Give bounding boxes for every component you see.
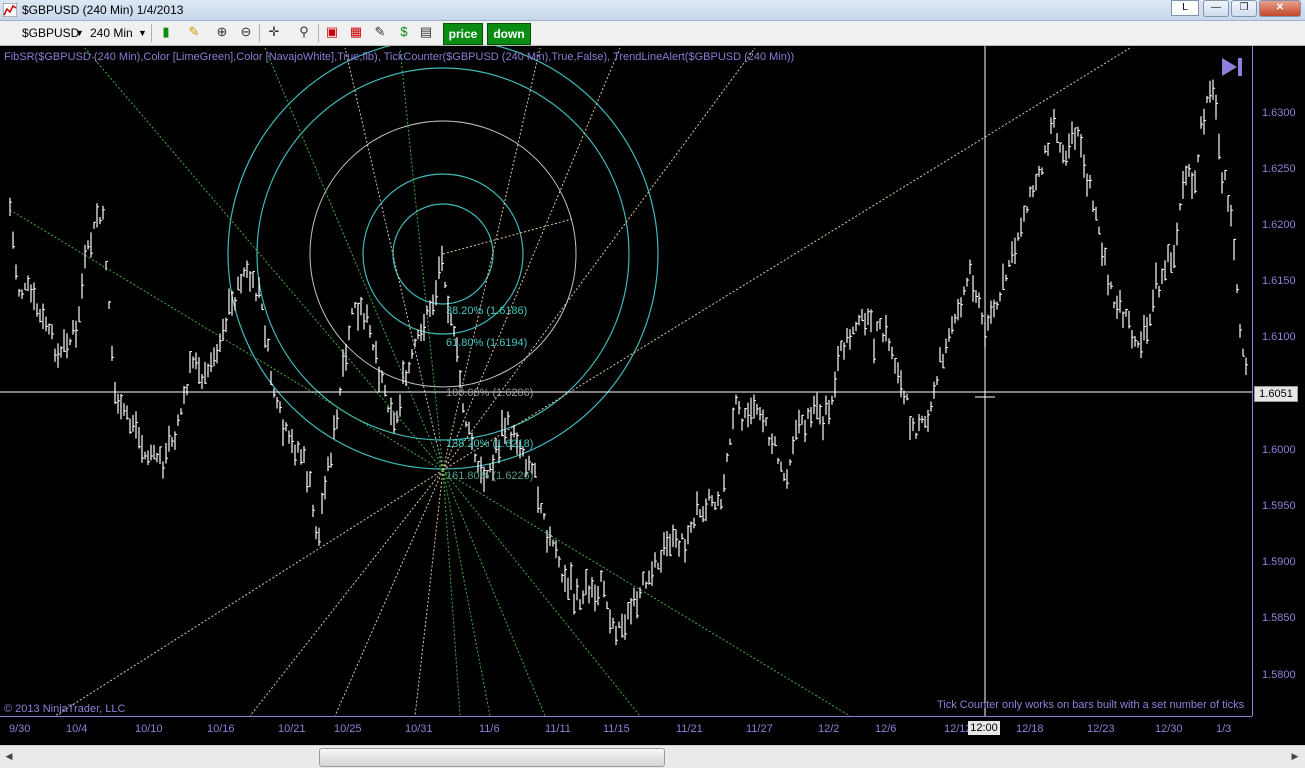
fib-level-label: 61.80% (1.6194) [446,337,528,349]
crosshair-icon[interactable]: ✛ [266,24,282,40]
crosshair-time-flag: 12:00 [968,721,1000,735]
minimize-button[interactable]: — [1203,0,1229,17]
fib-radius-line [442,218,573,255]
chart-toolbar: $GBPUSD ▼ 240 Min ▼ ▮ ✎ ⊕ ⊖ ✛ ⚲ ▣ ▦ ✎ $ … [0,21,1305,46]
copyright-text: © 2013 NinjaTrader, LLC [4,703,126,715]
date-axis-label: 10/4 [66,723,88,735]
date-axis-label: 11/6 [479,723,500,735]
price-axis-label: 1.6250 [1262,163,1296,175]
date-axis-label: 11/15 [603,723,630,735]
date-axis-label: 10/10 [135,723,163,735]
drawing-tools-icon[interactable]: ✎ [372,24,388,40]
scrollbar-thumb[interactable] [319,748,665,767]
window-title: $GBPUSD (240 Min) 1/4/2013 [22,3,184,17]
scroll-left-icon[interactable]: ◀ [2,749,16,764]
horizontal-scrollbar[interactable]: ◀ ▶ [0,745,1305,768]
price-axis-label: 1.6100 [1262,331,1296,343]
current-price-flag: 1.6051 [1254,386,1298,402]
close-button[interactable]: ✕ [1259,0,1301,17]
zoom-in-icon[interactable]: ⊕ [214,24,230,40]
strategies-icon[interactable]: ▦ [348,24,364,40]
fib-level-label: 100.00% (1.6206) [446,387,534,399]
crosshair-cursor-icon [975,387,995,407]
price-button[interactable]: price [443,23,483,45]
pencil-icon[interactable]: ✎ [186,24,202,40]
date-axis-label: 12/6 [875,723,897,735]
link-button[interactable]: L [1171,0,1199,16]
price-chart[interactable] [0,46,1305,745]
date-axis-label: 1/3 [1216,723,1232,735]
indicators-icon[interactable]: ▣ [324,24,340,40]
chevron-down-icon[interactable]: ▼ [75,24,84,42]
price-axis-label: 1.6000 [1262,444,1296,456]
instrument-selector[interactable]: $GBPUSD [22,24,79,42]
chart-panel[interactable]: FibSR($GBPUSD (240 Min),Color [LimeGreen… [0,46,1305,745]
date-axis-label: 11/21 [676,723,703,735]
date-axis-label: 11/11 [545,723,571,735]
fib-level-label: 138.20% (1.6218) [446,438,534,450]
chevron-down-icon[interactable]: ▼ [138,24,147,42]
skip-to-end-icon[interactable] [1220,56,1244,78]
price-axis-label: 1.5900 [1262,556,1296,568]
price-axis-label: 1.6150 [1262,275,1296,287]
bar-type-icon[interactable]: ▮ [158,24,174,40]
price-axis-label: 1.6200 [1262,219,1296,231]
interval-selector[interactable]: 240 Min [90,24,133,42]
fib-level-label: 161.80% (1.6226) [446,470,534,482]
down-button[interactable]: down [487,23,531,45]
date-axis-label: 10/31 [405,723,433,735]
tick-counter-note: Tick Counter only works on bars built wi… [937,699,1245,711]
fib-circle [227,46,659,470]
scroll-right-icon[interactable]: ▶ [1288,749,1302,764]
zoom-out-icon[interactable]: ⊖ [238,24,254,40]
date-axis-label: 12/23 [1087,723,1115,735]
price-axis-label: 1.5800 [1262,669,1296,681]
price-axis-label: 1.5950 [1262,500,1296,512]
app-chart-icon [3,3,17,17]
indicator-list[interactable]: FibSR($GBPUSD (240 Min),Color [LimeGreen… [4,51,794,63]
data-box-icon[interactable]: ▤ [418,24,434,40]
date-axis-label: 11/27 [746,723,773,735]
date-axis-label: 10/16 [207,723,235,735]
price-axis-label: 1.5850 [1262,612,1296,624]
dollar-icon[interactable]: $ [396,24,412,40]
date-axis-label: 10/25 [334,723,362,735]
date-axis-label: 10/21 [278,723,306,735]
title-bar: $GBPUSD (240 Min) 1/4/2013 L — ❐ ✕ [0,0,1305,21]
date-axis-label: 12/30 [1155,723,1183,735]
magnifier-icon[interactable]: ⚲ [296,24,312,40]
fib-level-label: 38.20% (1.6186) [446,305,528,317]
date-axis-label: 12/2 [818,723,840,735]
restore-button[interactable]: ❐ [1231,0,1257,17]
date-axis-label: 9/30 [9,723,31,735]
price-axis-label: 1.6300 [1262,107,1296,119]
date-axis-label: 12/18 [1016,723,1044,735]
